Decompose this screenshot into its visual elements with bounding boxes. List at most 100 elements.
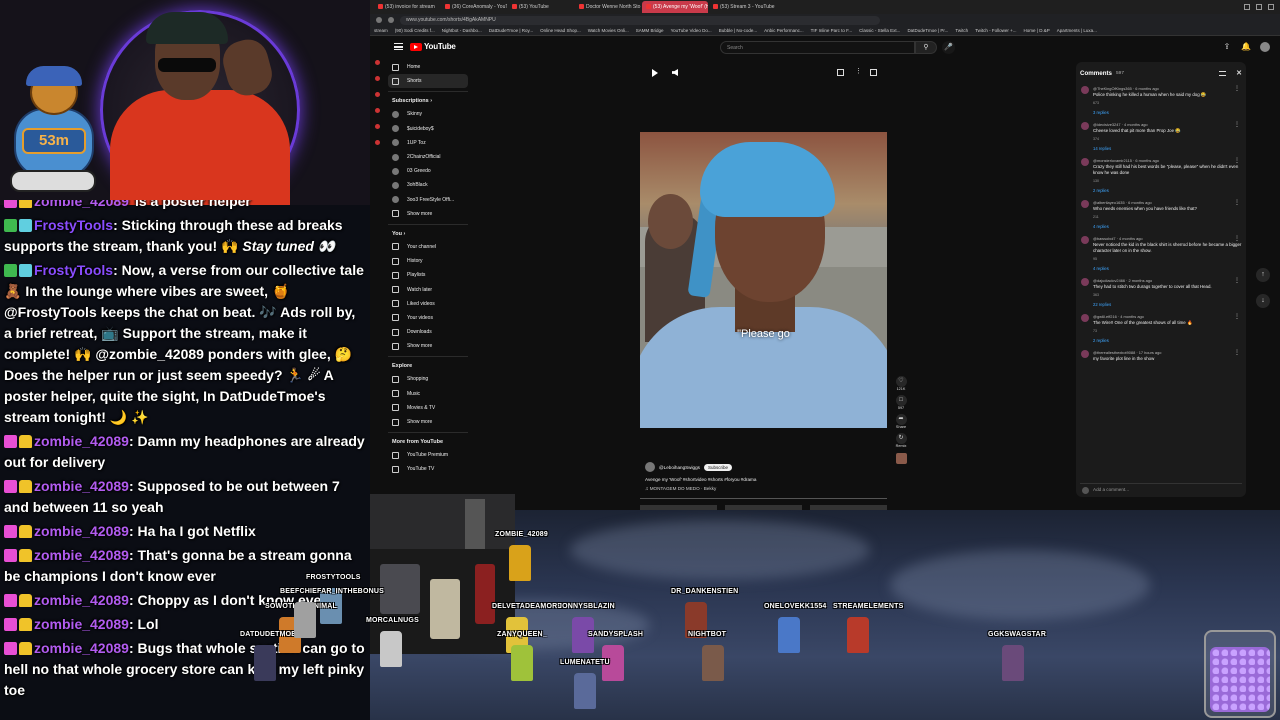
sidebar-section-header[interactable]: Subscriptions ›	[388, 91, 468, 107]
sound-thumbnail[interactable]	[895, 453, 907, 464]
reload-icon[interactable]	[388, 17, 394, 23]
bookmark-item[interactable]: Twitch - Follower +...	[975, 28, 1016, 33]
bookmark-item[interactable]: SAMM Bridge	[636, 28, 664, 33]
browser-tab[interactable]: Doctor Wenne North Sto	[575, 1, 641, 13]
chat-username[interactable]: FrostyTools	[34, 262, 113, 278]
more-options-icon[interactable]: ⋮	[1234, 314, 1240, 320]
extension-icon[interactable]	[374, 108, 380, 113]
close-icon[interactable]: ✕	[1236, 69, 1242, 77]
menu-icon[interactable]	[394, 43, 403, 50]
bookmark-item[interactable]: TIF Inline Parc to F...	[811, 28, 853, 33]
like-count[interactable]: 673	[1093, 101, 1099, 105]
microphone-icon[interactable]: 🎤	[942, 41, 955, 54]
channel-avatar[interactable]	[645, 462, 655, 472]
sidebar-subscription[interactable]: $uicideboy$	[388, 122, 468, 136]
url-field[interactable]: www.youtube.com/shorts/4BgAkAMNPU	[400, 15, 880, 25]
share-icon[interactable]: ➦	[895, 414, 907, 425]
avatar[interactable]	[1081, 350, 1089, 358]
view-replies-button[interactable]: 2 replies	[1093, 188, 1242, 194]
avatar[interactable]	[1081, 86, 1089, 94]
view-replies-button[interactable]: 22 replies	[1093, 302, 1242, 308]
browser-tab[interactable]: (53) YouTube	[508, 1, 574, 13]
fullscreen-icon[interactable]	[870, 69, 877, 76]
previous-short-icon[interactable]: ↑	[1256, 268, 1270, 282]
short-title[interactable]: Avenge my 'Woof' #shortvideo #shorts #fo…	[645, 477, 885, 482]
sidebar-item-more[interactable]: YouTube Premium	[388, 448, 468, 462]
bookmark-item[interactable]: Anbic Performanc...	[764, 28, 804, 33]
sidebar-item-you[interactable]: Your channel	[388, 240, 468, 254]
chat-username[interactable]: zombie_42089	[34, 433, 129, 449]
remix-icon[interactable]: ↻	[895, 433, 907, 444]
like-count[interactable]: 211	[1093, 215, 1099, 219]
sidebar-subscription[interactable]: 3ohBlack	[388, 178, 468, 192]
maximize-button[interactable]	[1256, 4, 1262, 10]
upload-icon[interactable]: ⇪	[1222, 42, 1232, 52]
bookmark-item[interactable]: (90) Sodi Credits f...	[395, 28, 435, 33]
sidebar-item-you[interactable]: History	[388, 254, 468, 268]
channel-name[interactable]: @LeboihangSwiggs	[659, 465, 700, 470]
more-options-icon[interactable]: ⋮	[1234, 86, 1240, 92]
extension-icon[interactable]	[374, 60, 380, 65]
sidebar-item-shorts[interactable]: Shorts	[388, 74, 468, 89]
sidebar-section-header[interactable]: More from YouTube	[388, 432, 468, 448]
sidebar-item-you[interactable]: Show more	[388, 339, 468, 353]
bookmark-item[interactable]: Apartments | Luxa...	[1057, 28, 1097, 33]
bookmark-item[interactable]: Bubble | No-code...	[719, 28, 757, 33]
chat-username[interactable]: zombie_42089	[34, 478, 129, 494]
bookmark-item[interactable]: YouTube Video Do...	[671, 28, 712, 33]
subscribe-button[interactable]: Subscribe	[703, 463, 732, 471]
more-options-icon[interactable]: ⋮	[1234, 350, 1240, 356]
youtube-logo[interactable]: YouTube	[410, 42, 456, 51]
browser-tab[interactable]: (53) invoice for stream	[374, 1, 440, 13]
sidebar-subscription[interactable]: 03 Greedo	[388, 164, 468, 178]
avatar[interactable]	[1081, 314, 1089, 322]
view-replies-button[interactable]: 3 replies	[1093, 110, 1242, 116]
like-count[interactable]: 374	[1093, 137, 1099, 141]
extension-icon[interactable]	[374, 92, 380, 97]
view-replies-button[interactable]: 4 replies	[1093, 224, 1242, 230]
like-count[interactable]: 130	[1093, 179, 1099, 183]
more-options-icon[interactable]: ⋮	[855, 67, 862, 75]
bookmark-item[interactable]: Classic - Stella Ext...	[859, 28, 900, 33]
sidebar-item-more[interactable]: YouTube TV	[388, 462, 468, 476]
view-replies-button[interactable]: 2 replies	[1093, 338, 1242, 344]
bookmark-item[interactable]: Watch Movies Onli...	[588, 28, 629, 33]
bookmark-item[interactable]: DatDudeTmoe | Roy...	[489, 28, 533, 33]
chat-username[interactable]: zombie_42089	[34, 547, 129, 563]
view-replies-button[interactable]: 4 replies	[1093, 266, 1242, 272]
bookmark-item[interactable]: Twitch	[955, 28, 968, 33]
sidebar-subscription[interactable]: Skinny	[388, 107, 468, 121]
more-options-icon[interactable]: ⋮	[1234, 158, 1240, 164]
minimize-button[interactable]	[1244, 4, 1250, 10]
avatar[interactable]	[1260, 42, 1270, 52]
search-input[interactable]: Search	[720, 41, 915, 54]
bookmark-item[interactable]: Nightbot - Dashbo...	[442, 28, 482, 33]
extension-icon[interactable]	[374, 140, 380, 145]
chat-username[interactable]: zombie_42089	[34, 616, 129, 632]
browser-tab[interactable]: (53) Stream 3 - YouTube	[709, 1, 775, 13]
avatar[interactable]	[1081, 122, 1089, 130]
chat-username[interactable]: zombie_42089	[34, 592, 129, 608]
browser-tab[interactable]: (36) CoreAnomaly - YouTu	[441, 1, 507, 13]
sidebar-subscription[interactable]: Show more	[388, 207, 468, 221]
sidebar-section-header[interactable]: Explore	[388, 356, 468, 372]
bookmark-item[interactable]: Home | D.&P	[1024, 28, 1050, 33]
close-window-button[interactable]	[1268, 4, 1274, 10]
sidebar-subscription[interactable]: 1UP Toz	[388, 136, 468, 150]
like-count[interactable]: 73	[1093, 329, 1097, 333]
bookmark-item[interactable]: DatDudeTmoe | Pr...	[907, 28, 948, 33]
avatar[interactable]	[1081, 278, 1089, 286]
back-icon[interactable]	[376, 17, 382, 23]
sidebar-item-explore[interactable]: Music	[388, 387, 468, 401]
sidebar-item-you[interactable]: Liked videos	[388, 297, 468, 311]
play-icon[interactable]	[652, 69, 658, 77]
avatar[interactable]	[1081, 200, 1089, 208]
sort-icon[interactable]	[1219, 70, 1227, 76]
search-icon[interactable]: ⚲	[915, 41, 937, 54]
chat-username[interactable]: zombie_42089	[34, 200, 129, 209]
captions-icon[interactable]	[837, 69, 844, 76]
like-icon[interactable]: ♡	[895, 376, 907, 387]
chat-username[interactable]: zombie_42089	[34, 523, 129, 539]
more-options-icon[interactable]: ⋮	[1234, 236, 1240, 242]
sidebar-item-you[interactable]: Your videos	[388, 311, 468, 325]
